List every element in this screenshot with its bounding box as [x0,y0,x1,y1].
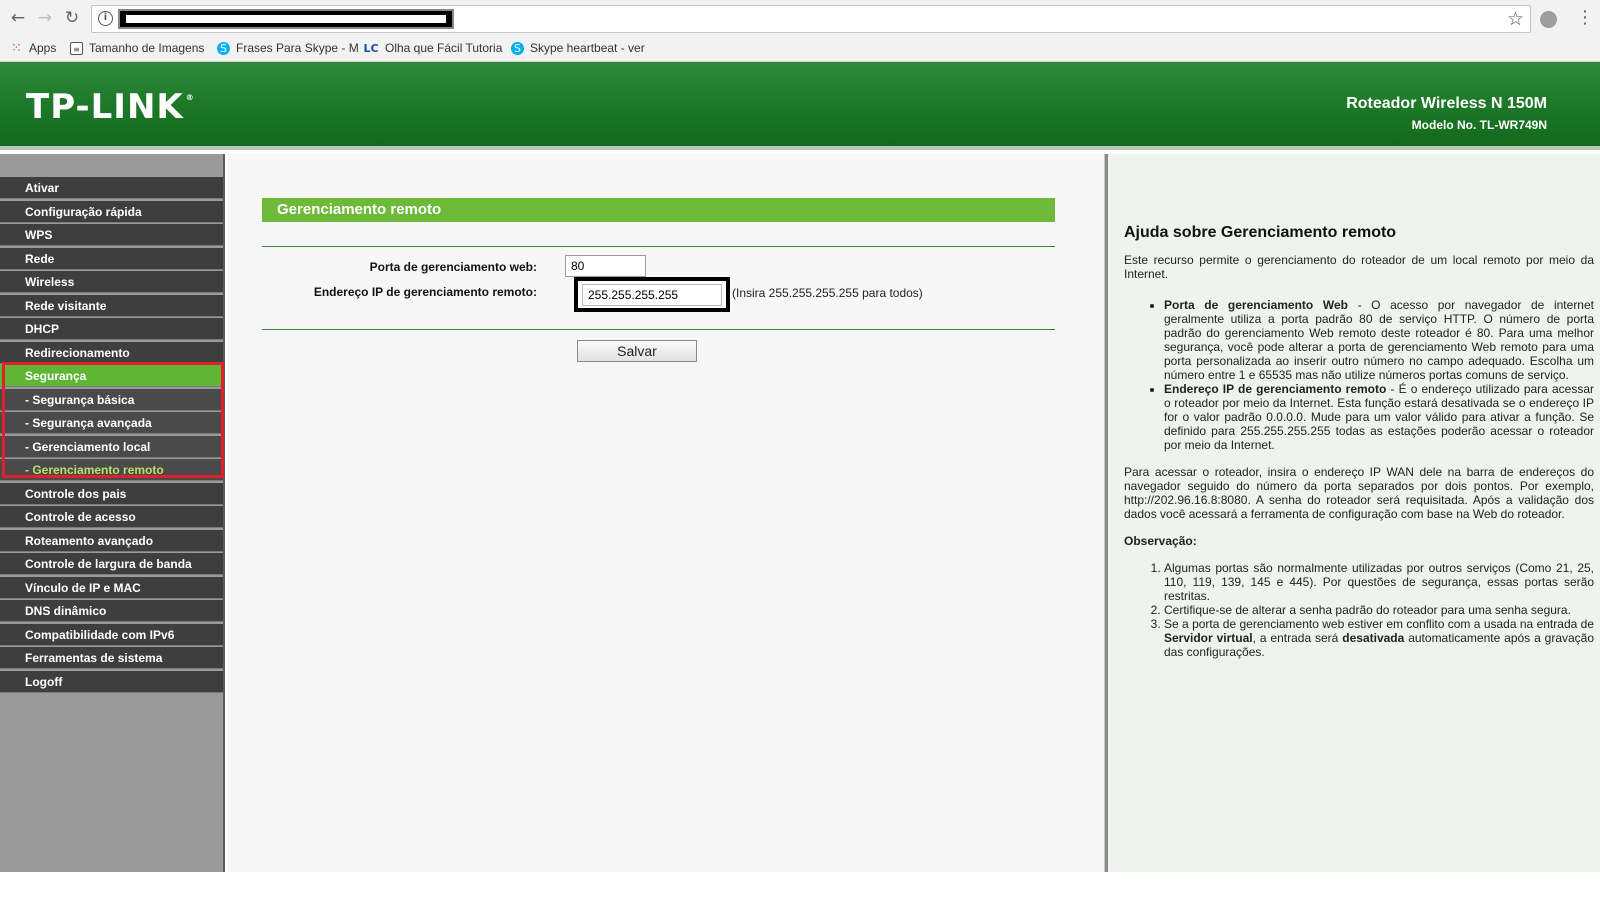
save-button[interactable]: Salvar [577,340,697,362]
main-content: Gerenciamento remoto Porta de gerenciame… [227,154,1104,872]
sidebar-item[interactable]: Rede visitante [0,294,223,317]
divider-bottom [262,329,1055,330]
sidebar-menu: Ativar Configuração rápida WPS Rede Wireless… [0,154,225,872]
help-bullet-ip: Endereço IP de gerenciamento remoto - É … [1164,382,1594,452]
observation-item: Se a porta de gerenciamento web estiver … [1164,617,1594,659]
lc-icon: LC [363,41,379,55]
router-header: TP-LINK ® Roteador Wireless N 150M Modelo… [0,62,1600,150]
sidebar-item[interactable]: DHCP [0,318,223,340]
bookmark-skype-heartbeat[interactable]: S Skype heartbeat - ver [511,39,645,57]
sidebar-item[interactable]: - Gerenciamento local [0,435,223,458]
forward-arrow-icon[interactable]: → [35,8,55,28]
help-panel: Ajuda sobre Gerenciamento remoto Este re… [1108,154,1600,872]
back-arrow-icon[interactable]: ← [8,8,28,28]
bookmark-frases-para-skype[interactable]: S Frases Para Skype - M [217,39,359,57]
tp-link-logo: TP-LINK ® [26,87,195,127]
help-bullet-port: Porta de gerenciamento Web - O acesso po… [1164,298,1594,382]
model-number: Modelo No. TL-WR749N [1411,118,1547,132]
sidebar-item[interactable]: Configuração rápida [0,200,223,223]
observation-item: Algumas portas são normalmente utilizada… [1164,561,1594,603]
observation-title: Observação: [1124,534,1197,548]
apps-grid-icon: ⁙ [11,40,22,56]
sidebar-item[interactable]: Ferramentas de sistema [0,647,223,669]
sidebar-item[interactable]: Controle de acesso [0,506,223,528]
port-label: Porta de gerenciamento web: [369,260,537,274]
bottom-blank [0,872,1600,900]
info-icon[interactable]: i [98,11,113,26]
address-bar[interactable]: i ☆ [91,5,1531,33]
sidebar-item[interactable]: DNS dinâmico [0,600,223,622]
help-bullets: Porta de gerenciamento Web - O acesso po… [1124,298,1594,452]
bookmark-olha-que-facil[interactable]: LC Olha que Fácil Tutoria [363,39,502,57]
sidebar-item[interactable]: Segurança [0,365,223,387]
help-content: Ajuda sobre Gerenciamento remoto Este re… [1124,224,1594,660]
bookmark-tamanho-de-imagens[interactable]: ≡ Tamanho de Imagens [70,39,204,57]
sidebar-item[interactable]: Roteamento avançado [0,529,223,552]
page-icon: ≡ [70,41,83,55]
sidebar-item[interactable]: Vínculo de IP e MAC [0,576,223,599]
sidebar-item[interactable]: Compatibilidade com IPv6 [0,623,223,646]
sidebar-item[interactable]: Ativar [0,177,223,199]
bookmark-apps[interactable]: ⁙ Apps [10,39,56,57]
sidebar-item[interactable]: WPS [0,224,223,246]
bookmarks-bar: ⁙ Apps ≡ Tamanho de Imagens S Frases Par… [0,37,1600,59]
sidebar-item[interactable]: - Segurança básica [0,388,223,411]
help-intro: Este recurso permite o gerenciamento do … [1124,253,1594,281]
port-input[interactable]: 80 [565,255,646,277]
observation-list: Algumas portas são normalmente utilizada… [1124,561,1594,659]
sidebar-item[interactable]: - Gerenciamento remoto [0,459,223,481]
skype-icon: S [511,41,524,55]
help-title: Ajuda sobre Gerenciamento remoto [1124,224,1397,241]
page-title: Gerenciamento remoto [262,198,1055,222]
browser-menu-icon[interactable]: ⋮ [1576,9,1594,27]
remote-ip-input[interactable]: 255.255.255.255 [582,284,722,306]
extension-icon[interactable] [1540,11,1557,28]
browser-toolbar: ← → ↻ i ☆ ⋮ ⁙ Apps ≡ Tamanho de Imagens … [0,0,1600,62]
sidebar-item[interactable]: Rede [0,247,223,270]
ip-input-highlight: 255.255.255.255 [574,277,730,312]
ip-hint-text: (Insira 255.255.255.255 para todos) [732,286,923,300]
divider-top [262,246,1055,247]
sidebar-item[interactable]: Wireless [0,271,223,293]
sidebar-item[interactable]: - Segurança avançada [0,412,223,434]
observation-item: Certifique-se de alterar a senha padrão … [1164,603,1594,617]
product-name: Roteador Wireless N 150M [1346,95,1547,112]
sidebar-item[interactable]: Controle dos pais [0,482,223,505]
ip-label: Endereço IP de gerenciamento remoto: [313,285,537,299]
sidebar-item[interactable]: Redirecionamento [0,341,223,364]
help-access-text: Para acessar o roteador, insira o endere… [1124,465,1594,521]
sidebar-item[interactable]: Controle de largura de banda [0,553,223,575]
sidebar-item[interactable]: Logoff [0,670,223,693]
bookmark-star-icon[interactable]: ☆ [1507,8,1524,30]
skype-icon: S [217,41,230,55]
reload-icon[interactable]: ↻ [62,8,82,28]
redacted-url [118,9,454,29]
